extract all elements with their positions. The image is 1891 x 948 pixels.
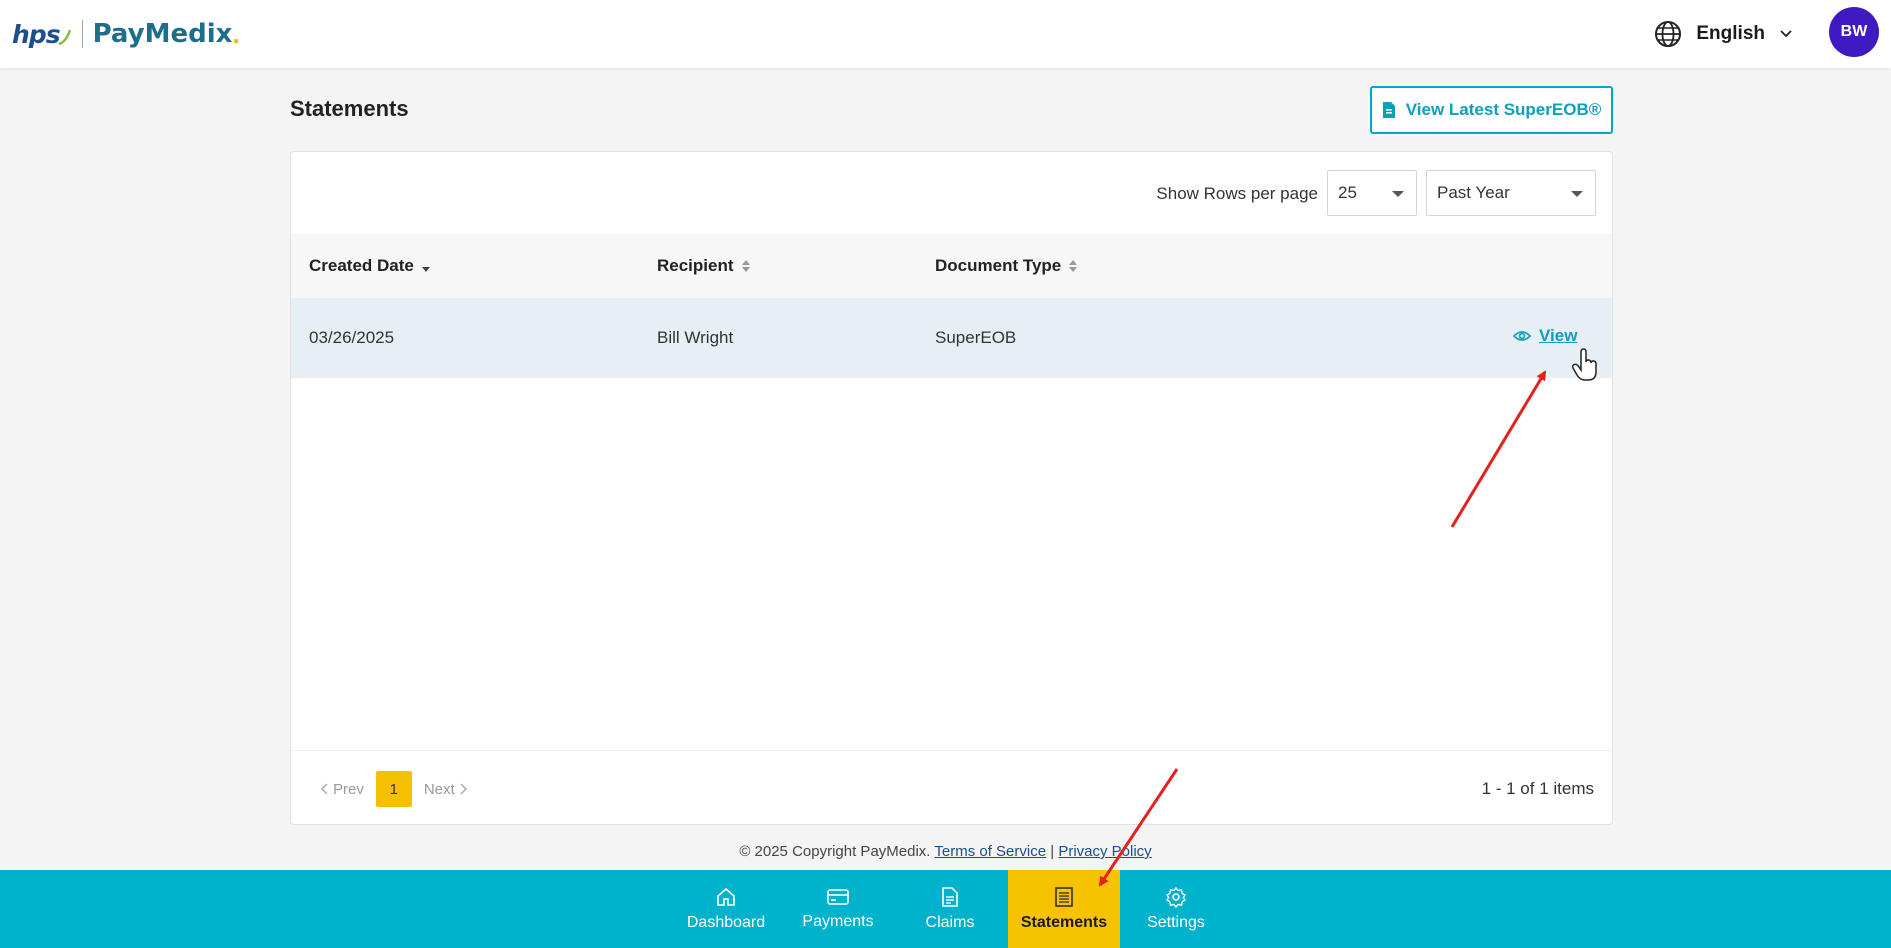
sort-icon [741,260,750,272]
copyright-text: © 2025 Copyright PayMedix. [739,843,931,860]
nav-payments[interactable]: Payments [782,870,894,948]
created-date-cell: 03/26/2025 [309,328,395,347]
document-icon [942,887,958,907]
page-footer: © 2025 Copyright PayMedix. Terms of Serv… [0,843,1891,860]
recipient-cell: Bill Wright [657,328,734,347]
gear-icon [1166,886,1186,908]
language-label: English [1696,23,1765,44]
sort-descending-icon [421,266,430,272]
footer-separator: | [1050,843,1055,860]
caret-down-icon [1571,191,1583,197]
eye-icon [1513,331,1531,341]
nav-settings[interactable]: Settings [1120,870,1232,948]
rows-per-page-label: Show Rows per page [1156,184,1318,203]
user-avatar[interactable]: BW [1829,7,1879,57]
nav-label: Statements [1020,914,1108,931]
file-icon [1382,102,1395,118]
nav-label: Dashboard [686,914,766,931]
column-header-created-date[interactable]: Created Date [309,256,430,276]
document-type-cell: SuperEOB [935,328,1017,347]
rows-per-page-select[interactable]: 25 [1327,170,1417,216]
items-count: 1 - 1 of 1 items [1481,779,1594,798]
terms-of-service-link[interactable]: Terms of Service [934,843,1046,860]
prev-label: Prev [333,780,364,798]
sort-icon [1069,260,1078,272]
logo-dot: . [232,18,240,49]
nav-statements[interactable]: Statements [1008,870,1120,948]
paymedix-logo-text: PayMedix [92,19,233,49]
view-link-label: View [1539,326,1578,345]
view-latest-supereob-button[interactable]: View Latest SuperEOB® [1370,86,1613,134]
nav-claims[interactable]: Claims [894,870,1006,948]
view-latest-supereob-label: View Latest SuperEOB® [1405,100,1602,119]
statement-icon [1055,887,1073,907]
column-header-label: Document Type [935,256,1062,275]
rows-per-page-value: 25 [1338,183,1357,202]
credit-card-icon [827,889,849,905]
column-header-document-type[interactable]: Document Type [935,256,1078,276]
hps-logo-text: hps [12,19,61,49]
logo-divider [81,20,83,48]
page-title: Statements [290,96,409,121]
page-number-button[interactable]: 1 [375,771,412,807]
table-header: Created Date Recipient Document Type [291,234,1612,298]
hps-swoosh-icon [58,29,71,46]
chevron-right-icon [460,783,467,795]
prev-page-button[interactable]: Prev [321,781,364,798]
pagination: Prev 1 Next [321,771,467,807]
bottom-navigation: Dashboard Payments Claims Statements Set… [0,870,1891,948]
next-label: Next [423,780,455,798]
nav-label: Settings [1147,914,1205,931]
view-statement-link[interactable]: View [1513,326,1577,346]
nav-label: Claims [925,914,975,931]
nav-dashboard[interactable]: Dashboard [670,870,782,948]
next-page-button[interactable]: Next [424,781,467,798]
paymedix-logo[interactable]: hps PayMedix. [12,0,240,68]
column-header-label: Created Date [309,256,414,275]
top-header: hps PayMedix. English BW [0,0,1891,68]
chevron-down-icon [1780,30,1792,38]
table-row: 03/26/2025 Bill Wright SuperEOB View [291,298,1612,381]
caret-down-icon [1392,191,1404,197]
hand-cursor-icon [1571,348,1597,381]
column-header-label: Recipient [657,256,734,275]
language-selector[interactable]: English [1654,14,1793,54]
nav-label: Payments [802,913,874,930]
chevron-left-icon [321,783,328,795]
globe-icon [1655,21,1682,47]
statements-card: Show Rows per page 25 Past Year Created … [290,151,1613,825]
date-range-select[interactable]: Past Year [1426,170,1596,216]
date-range-value: Past Year [1437,183,1510,202]
privacy-policy-link[interactable]: Privacy Policy [1058,843,1151,860]
home-icon [717,887,735,906]
column-header-recipient[interactable]: Recipient [657,256,750,276]
footer-divider [291,750,1612,751]
